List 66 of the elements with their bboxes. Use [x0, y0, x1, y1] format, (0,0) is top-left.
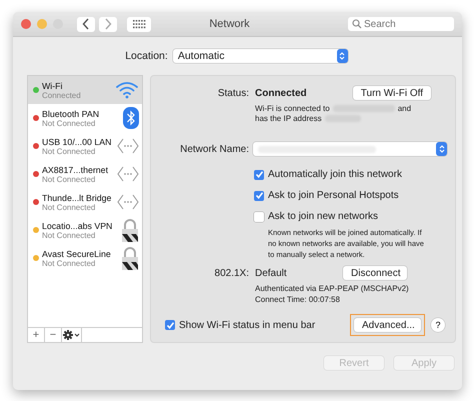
status-value: Connected	[255, 88, 307, 98]
disconnect-button[interactable]: Disconnect	[343, 266, 407, 280]
service-item[interactable]: Locatio...abs VPN Not Connected	[28, 216, 142, 244]
show-all-button[interactable]	[127, 16, 151, 32]
service-status: Connected	[42, 90, 82, 100]
status-description: and	[398, 104, 412, 112]
status-description: Wi-Fi is connected to	[255, 104, 330, 112]
service-item[interactable]: Thunde...lt Bridge Not Connected	[28, 188, 142, 216]
ethernet-icon	[117, 166, 139, 182]
chevron-right-icon	[104, 18, 112, 30]
gear-icon	[62, 330, 80, 340]
service-name: Wi-Fi	[42, 80, 64, 90]
service-item[interactable]: Bluetooth PAN Not Connected	[28, 104, 142, 132]
advanced-button[interactable]: Advanced...	[354, 318, 421, 332]
search-field[interactable]: Search	[348, 17, 454, 31]
search-icon	[352, 19, 362, 29]
service-status: Not Connected	[42, 118, 96, 128]
padlock-icon	[121, 246, 139, 270]
checkbox[interactable]	[254, 170, 264, 180]
service-name: Thunde...lt Bridge	[42, 192, 112, 202]
status-description: has the IP address	[255, 114, 322, 122]
stepper-icon	[436, 142, 447, 156]
checkbox[interactable]	[254, 190, 264, 200]
checkbox[interactable]	[165, 320, 175, 330]
network-name-dropdown[interactable]	[253, 142, 447, 156]
location-label: Location:	[125, 50, 168, 62]
dot1x-value: Default	[255, 268, 287, 278]
wifi-icon	[115, 81, 139, 99]
close-button[interactable]	[21, 19, 31, 29]
service-item[interactable]: AX8817...thernet Not Connected	[28, 160, 142, 188]
service-item[interactable]: Avast SecureLine Not Connected	[28, 244, 142, 272]
service-status: Not Connected	[42, 146, 96, 156]
ethernet-icon	[117, 194, 139, 210]
checkbox-label: Ask to join Personal Hotspots	[268, 190, 399, 201]
grid-icon	[132, 20, 146, 28]
location-dropdown[interactable]: Automatic	[172, 49, 348, 63]
checkbox-label: Ask to join new networks	[268, 211, 378, 222]
dot1x-label: 802.1X:	[214, 268, 250, 278]
window-title: Network	[208, 18, 251, 30]
chevron-left-icon	[82, 18, 90, 30]
service-name: Avast SecureLine	[42, 248, 112, 258]
actions-button[interactable]	[62, 328, 82, 342]
checkbox-label: Automatically join this network	[268, 169, 402, 180]
network-name-label: Network Name:	[179, 144, 250, 154]
service-status: Not Connected	[42, 174, 96, 184]
checkbox[interactable]	[254, 212, 264, 222]
ethernet-icon	[117, 138, 139, 154]
status-label: Status:	[216, 88, 250, 98]
checkbox-label: Show Wi-Fi status in menu bar	[179, 320, 316, 330]
back-button[interactable]	[77, 16, 95, 32]
service-name: USB 10/...00 LAN	[42, 136, 112, 146]
service-name: Bluetooth PAN	[42, 108, 100, 118]
turn-wifi-off-button[interactable]: Turn Wi-Fi Off	[352, 86, 431, 100]
service-name: Locatio...abs VPN	[42, 220, 114, 230]
service-status: Not Connected	[42, 258, 96, 268]
auth-description: Authenticated via EAP-PEAP (MSCHAPv2)	[255, 284, 409, 293]
connect-time: Connect Time: 00:07:58	[255, 295, 340, 304]
padlock-icon	[121, 218, 139, 242]
service-item[interactable]: USB 10/...00 LAN Not Connected	[28, 132, 142, 160]
service-item[interactable]: Wi-Fi Connected	[28, 76, 142, 104]
service-name: AX8817...thernet	[42, 164, 110, 174]
help-button[interactable]: ?	[431, 318, 445, 332]
stepper-icon	[336, 49, 348, 63]
bluetooth-icon	[123, 107, 139, 129]
service-status: Not Connected	[42, 230, 96, 240]
service-status: Not Connected	[42, 202, 96, 212]
